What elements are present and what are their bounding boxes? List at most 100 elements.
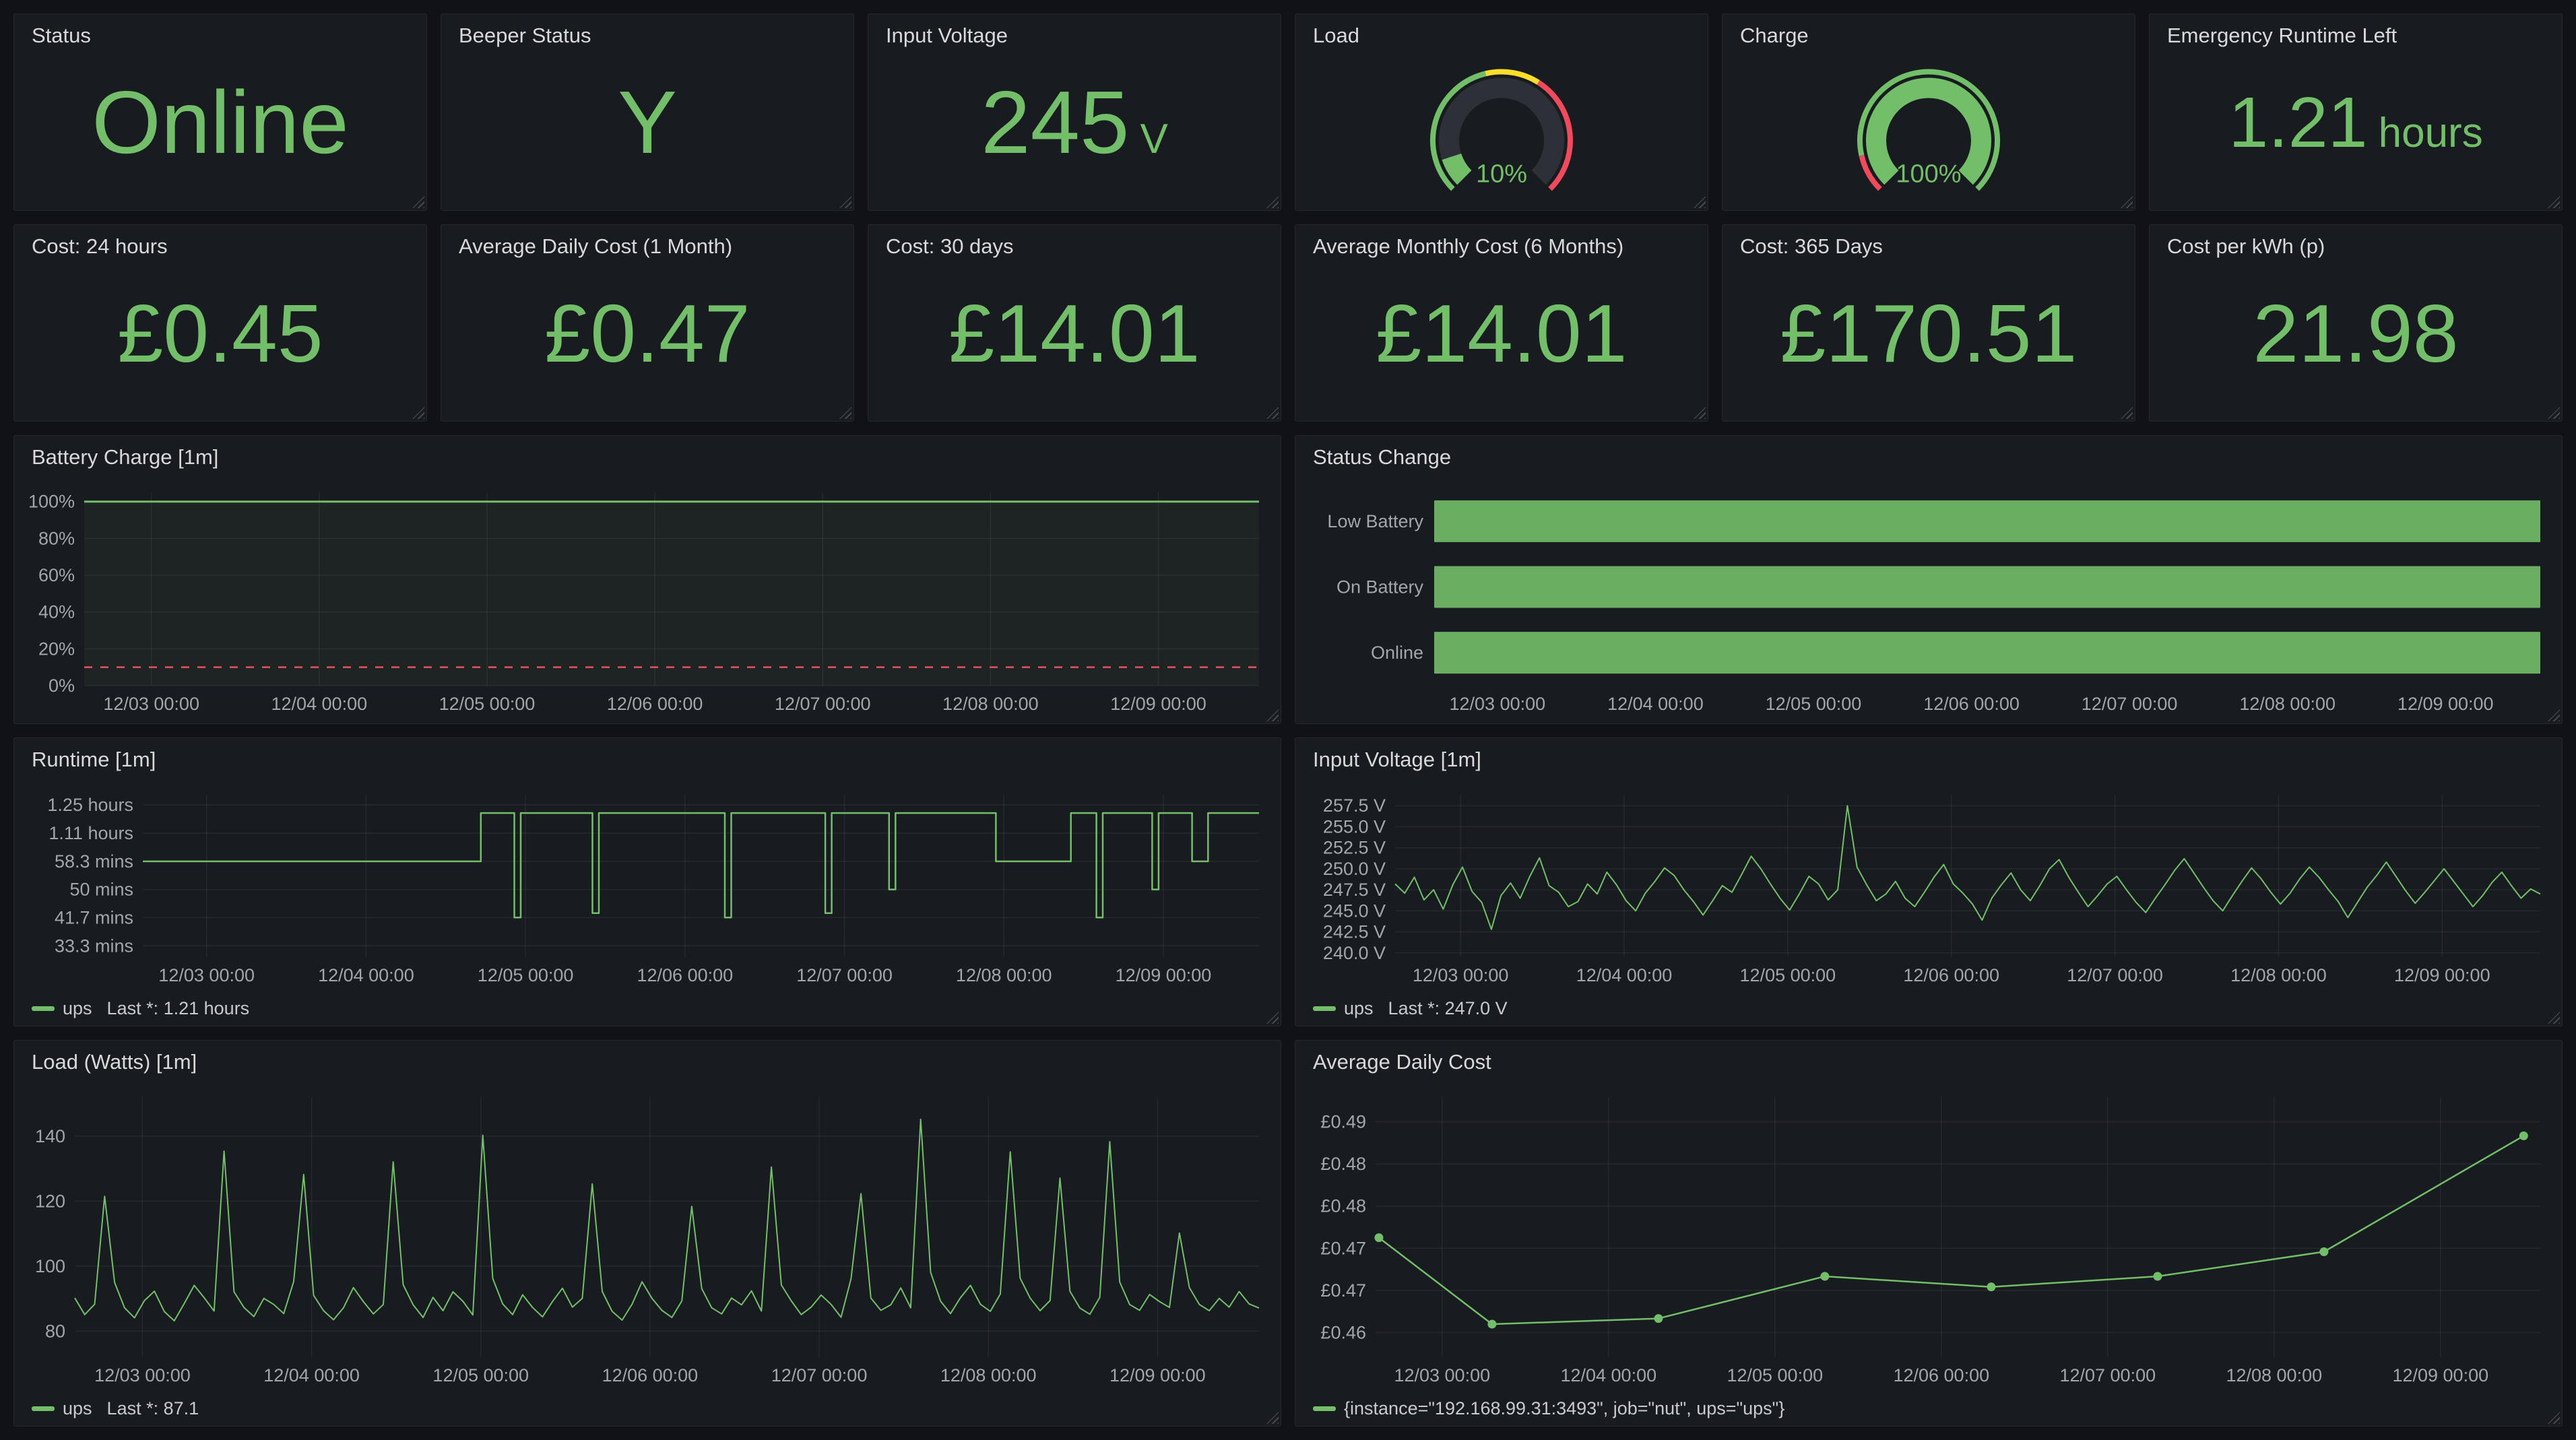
svg-text:12/06 00:00: 12/06 00:00 [637,965,734,985]
panel-title[interactable]: Battery Charge [1m] [14,436,1281,479]
chart-legend: ups Last *: 87.1 [32,1398,199,1419]
svg-text:£0.47: £0.47 [1320,1280,1366,1301]
legend-label[interactable]: ups [1344,998,1374,1019]
status-change-chart[interactable]: Low BatteryOn BatteryOnline12/03 00:0012… [1308,480,2552,715]
svg-text:12/07 00:00: 12/07 00:00 [2082,694,2178,714]
svg-text:12/06 00:00: 12/06 00:00 [602,1365,699,1385]
panel-title[interactable]: Beeper Status [441,14,854,57]
svg-text:12/06 00:00: 12/06 00:00 [1903,965,1999,985]
panel-resize-handle[interactable] [2548,1412,2560,1424]
panel-input-voltage-chart: Input Voltage [1m] 12/03 00:0012/04 00:0… [1295,738,2563,1026]
grafana-dashboard: Status Online Beeper Status Y Input Volt… [0,0,2576,1440]
svg-text:245.0 V: 245.0 V [1323,901,1386,921]
legend-label[interactable]: {instance="192.168.99.31:3493", job="nut… [1344,1398,1784,1419]
svg-text:60%: 60% [38,565,75,585]
svg-text:12/03 00:00: 12/03 00:00 [1394,1365,1490,1385]
battery-charge-chart[interactable]: 12/03 00:0012/04 00:0012/05 00:0012/06 0… [26,480,1271,715]
svg-text:12/08 00:00: 12/08 00:00 [2230,965,2327,985]
panel-title[interactable]: Cost: 30 days [868,225,1281,268]
panel-battery-charge: Battery Charge [1m] 12/03 00:0012/04 00:… [13,435,1281,724]
chart-legend: {instance="192.168.99.31:3493", job="nut… [1313,1398,1799,1419]
panel-title[interactable]: Average Daily Cost [1295,1041,2562,1084]
svg-text:12/03 00:00: 12/03 00:00 [1413,965,1509,985]
panel-title[interactable]: Cost per kWh (p) [2150,225,2562,268]
legend-swatch [1313,1006,1336,1011]
svg-text:100: 100 [35,1256,65,1276]
panel-title[interactable]: Status Change [1295,436,2562,479]
legend-swatch [32,1006,55,1011]
runtime-chart[interactable]: 12/03 00:0012/04 00:0012/05 00:0012/06 0… [26,783,1271,987]
panel-title[interactable]: Runtime [1m] [14,738,1281,781]
panel-title[interactable]: Status [14,14,426,57]
svg-text:12/03 00:00: 12/03 00:00 [158,965,255,985]
svg-text:12/09 00:00: 12/09 00:00 [2394,965,2490,985]
svg-text:12/09 00:00: 12/09 00:00 [1116,965,1212,985]
panel-resize-handle[interactable] [1266,1412,1279,1424]
panel-load-gauge: Load 10% [1295,13,1708,211]
svg-text:40%: 40% [38,602,75,622]
average-daily-cost-chart[interactable]: 12/03 00:00 12/04 00:00 12/05 00:00 12/06 0… [1308,1085,2552,1387]
panel-avg-daily-cost-chart: Average Daily Cost 12/03 00:00 12/04 00:0… [1295,1040,2563,1427]
panel-title[interactable]: Average Monthly Cost (6 Months) [1295,225,1708,268]
svg-text:252.5 V: 252.5 V [1323,838,1386,858]
legend-value: Last *: 1.21 hours [107,998,250,1019]
panel-title[interactable]: Load [1295,14,1708,57]
charge-gauge: 100% [1722,53,2135,206]
legend-label[interactable]: ups [63,998,92,1019]
panel-cost-per-kwh: Cost per kWh (p) 21.98 [2149,224,2563,422]
svg-text:12/04 00:00: 12/04 00:00 [1560,1365,1656,1385]
svg-text:12/07 00:00: 12/07 00:00 [2059,1365,2156,1385]
svg-text:12/07 00:00: 12/07 00:00 [796,965,893,985]
svg-text:0%: 0% [49,676,75,696]
svg-text:12/07 00:00: 12/07 00:00 [2067,965,2163,985]
svg-text:£0.48: £0.48 [1320,1196,1366,1216]
svg-text:1.25 hours: 1.25 hours [47,795,133,815]
svg-text:12/05 00:00: 12/05 00:00 [1727,1365,1823,1385]
svg-text:12/03 00:00: 12/03 00:00 [1450,694,1546,714]
svg-text:12/07 00:00: 12/07 00:00 [775,694,871,714]
panel-resize-handle[interactable] [1266,1012,1279,1024]
panel-title[interactable]: Cost: 24 hours [14,225,426,268]
panel-title[interactable]: Input Voltage [1m] [1295,738,2562,781]
panel-resize-handle[interactable] [2548,1012,2560,1024]
svg-text:£0.47: £0.47 [1320,1238,1366,1258]
panel-title[interactable]: Load (Watts) [1m] [14,1041,1281,1084]
panel-emergency-runtime: Emergency Runtime Left 1.21 hours [2149,13,2563,211]
svg-text:41.7 mins: 41.7 mins [55,907,133,927]
panel-title[interactable]: Input Voltage [868,14,1281,57]
svg-text:100%: 100% [1896,160,1961,189]
panel-title[interactable]: Emergency Runtime Left [2150,14,2562,57]
panel-avg-daily-cost-month: Average Daily Cost (1 Month) £0.47 [441,224,854,422]
panel-input-voltage-stat: Input Voltage 245 V [868,13,1281,211]
svg-text:240.0 V: 240.0 V [1323,943,1386,963]
svg-text:50 mins: 50 mins [69,880,133,900]
svg-text:12/05 00:00: 12/05 00:00 [1740,965,1836,985]
svg-text:£0.46: £0.46 [1320,1322,1366,1342]
svg-text:80%: 80% [38,528,75,548]
svg-text:12/09 00:00: 12/09 00:00 [2397,694,2494,714]
svg-text:100%: 100% [28,492,75,512]
svg-text:£0.48: £0.48 [1320,1154,1366,1174]
load-watts-chart[interactable]: 12/03 00:0012/04 00:0012/05 00:0012/06 0… [26,1085,1271,1387]
svg-text:257.5 V: 257.5 V [1323,795,1386,816]
panel-title[interactable]: Average Daily Cost (1 Month) [441,225,854,268]
svg-text:80: 80 [45,1321,65,1341]
chart-legend: ups Last *: 1.21 hours [32,998,249,1019]
legend-value: Last *: 87.1 [107,1398,199,1419]
input-voltage-chart[interactable]: 12/03 00:0012/04 00:0012/05 00:0012/06 0… [1308,783,2552,987]
panel-beeper-status: Beeper Status Y [441,13,854,211]
svg-text:12/04 00:00: 12/04 00:00 [271,694,367,714]
panel-title[interactable]: Charge [1722,14,2135,57]
svg-text:12/08 00:00: 12/08 00:00 [942,694,1039,714]
panel-title[interactable]: Cost: 365 Days [1722,225,2135,268]
legend-label[interactable]: ups [63,1398,92,1419]
svg-text:12/04 00:00: 12/04 00:00 [318,965,414,985]
load-gauge: 10% [1295,53,1708,206]
panel-charge-gauge: Charge 100% [1722,13,2135,211]
panel-load-watts: Load (Watts) [1m] 12/03 00:0012/04 00:00… [13,1040,1281,1427]
legend-value: Last *: 247.0 V [1388,998,1508,1019]
svg-text:12/08 00:00: 12/08 00:00 [940,1365,1037,1385]
svg-text:250.0 V: 250.0 V [1323,859,1386,879]
svg-text:12/06 00:00: 12/06 00:00 [1893,1365,1989,1385]
svg-text:12/05 00:00: 12/05 00:00 [1766,694,1862,714]
